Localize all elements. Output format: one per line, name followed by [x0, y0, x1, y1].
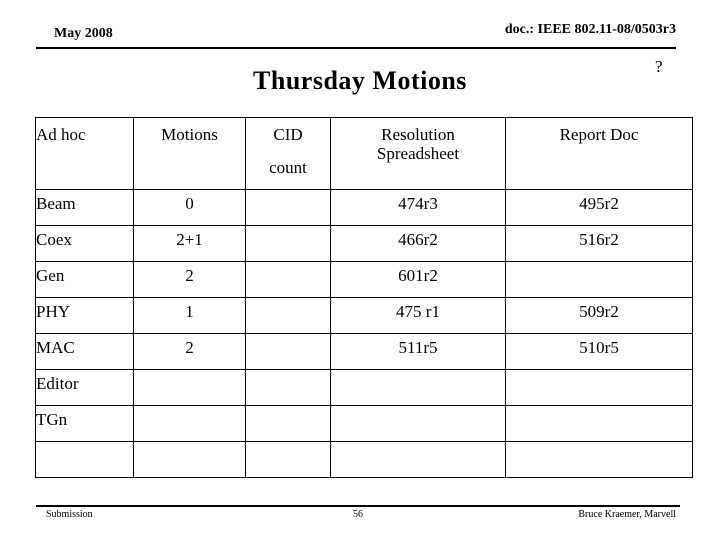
table-row: Beam 0 474r3 495r2: [35, 189, 693, 226]
cell-resolution-spreadsheet: [330, 441, 506, 478]
cell-motions: 2: [133, 333, 246, 370]
cell-report-doc: [505, 369, 693, 406]
column-header-cid-count: CID count: [245, 117, 331, 190]
cell-adhoc: Beam: [35, 189, 134, 226]
cell-motions: 0: [133, 189, 246, 226]
cell-resolution-spreadsheet: 601r2: [330, 261, 506, 298]
cell-motions: [133, 441, 246, 478]
cell-motions: [133, 405, 246, 442]
cell-report-doc: 495r2: [505, 189, 693, 226]
cell-motions: 1: [133, 297, 246, 334]
column-header-motions: Motions: [133, 117, 246, 190]
column-header-adhoc: Ad hoc: [35, 117, 134, 190]
cell-adhoc: Gen: [35, 261, 134, 298]
cell-resolution-spreadsheet: [330, 369, 506, 406]
column-header-resolution-spreadsheet: Resolution Spreadsheet: [330, 117, 506, 190]
table-header-row: Ad hoc Motions CID count Resolution Spre…: [35, 117, 693, 190]
cell-adhoc: [35, 441, 134, 478]
cell-adhoc: PHY: [35, 297, 134, 334]
header-divider: [36, 47, 676, 49]
cell-report-doc: [505, 261, 693, 298]
cell-report-doc: [505, 441, 693, 478]
cell-report-doc: 510r5: [505, 333, 693, 370]
cell-report-doc: 509r2: [505, 297, 693, 334]
table-row: Coex 2+1 466r2 516r2: [35, 225, 693, 262]
table-row: PHY 1 475 r1 509r2: [35, 297, 693, 334]
cell-motions: 2+1: [133, 225, 246, 262]
cell-cid-count: [245, 261, 331, 298]
cell-cid-count: [245, 189, 331, 226]
cell-resolution-spreadsheet: 474r3: [330, 189, 506, 226]
cell-motions: [133, 369, 246, 406]
slide-canvas: May 2008 doc.: IEEE 802.11-08/0503r3 Thu…: [0, 0, 720, 540]
table-header: Ad hoc Motions CID count Resolution Spre…: [35, 117, 693, 190]
column-header-cid-line1: CID: [273, 125, 303, 144]
cell-resolution-spreadsheet: 475 r1: [330, 297, 506, 334]
table-row: MAC 2 511r5 510r5: [35, 333, 693, 370]
cell-resolution-spreadsheet: 466r2: [330, 225, 506, 262]
table-row: TGn: [35, 405, 693, 442]
cell-cid-count: [245, 369, 331, 406]
table-row: [35, 441, 693, 478]
cell-cid-count: [245, 297, 331, 334]
footer-author: Bruce Kraemer, Marvell: [578, 509, 676, 520]
cell-report-doc: [505, 405, 693, 442]
motions-table: Ad hoc Motions CID count Resolution Spre…: [35, 117, 693, 478]
column-header-resolution-line1: Resolution: [381, 125, 455, 144]
table-row: Gen 2 601r2: [35, 261, 693, 298]
cell-cid-count: [245, 333, 331, 370]
column-header-resolution-line2: Spreadsheet: [376, 144, 460, 164]
table-body: Beam 0 474r3 495r2 Coex 2+1 466r2 516r2 …: [35, 189, 693, 478]
column-header-cid-line2: count: [269, 158, 307, 178]
cell-cid-count: [245, 225, 331, 262]
slide-footer: Submission 56 Bruce Kraemer, Marvell: [36, 509, 680, 527]
slide-header: May 2008 doc.: IEEE 802.11-08/0503r3: [36, 22, 676, 54]
cell-cid-count: [245, 405, 331, 442]
question-mark-glyph: ?: [655, 57, 663, 76]
table-row: Editor: [35, 369, 693, 406]
cell-adhoc: MAC: [35, 333, 134, 370]
header-doc-number: doc.: IEEE 802.11-08/0503r3: [504, 22, 676, 37]
cell-motions: 2: [133, 261, 246, 298]
cell-adhoc: Coex: [35, 225, 134, 262]
cell-cid-count: [245, 441, 331, 478]
header-date: May 2008: [54, 26, 113, 41]
cell-resolution-spreadsheet: [330, 405, 506, 442]
footer-divider: [36, 505, 680, 507]
page-title: Thursday Motions: [253, 66, 467, 95]
cell-adhoc: Editor: [35, 369, 134, 406]
cell-report-doc: 516r2: [505, 225, 693, 262]
column-header-report-doc: Report Doc: [505, 117, 693, 190]
cell-adhoc: TGn: [35, 405, 134, 442]
cell-resolution-spreadsheet: 511r5: [330, 333, 506, 370]
